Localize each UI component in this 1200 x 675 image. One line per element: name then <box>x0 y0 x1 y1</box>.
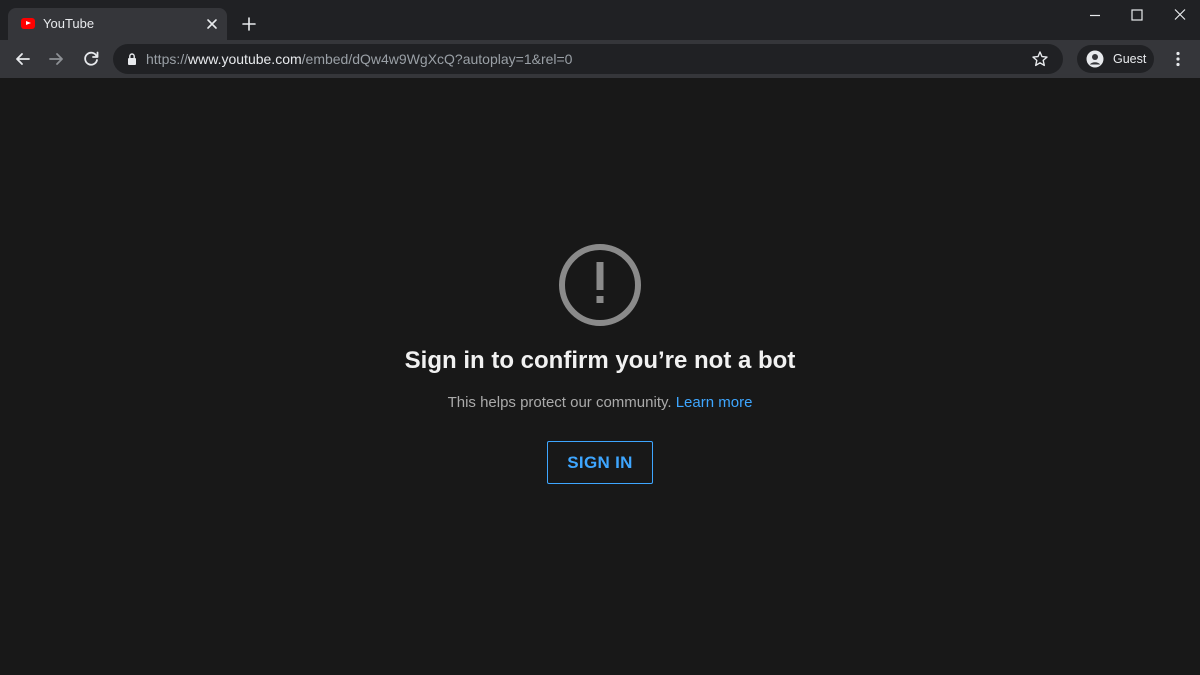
alert-circle-icon <box>559 244 641 326</box>
address-bar[interactable]: https://www.youtube.com/embed/dQw4w9WgXc… <box>113 44 1063 74</box>
new-tab-icon[interactable] <box>238 13 260 35</box>
bookmark-star-icon[interactable] <box>1031 50 1049 68</box>
maximize-icon[interactable] <box>1114 0 1160 32</box>
url-text: https://www.youtube.com/embed/dQw4w9WgXc… <box>146 51 572 67</box>
browser-toolbar: https://www.youtube.com/embed/dQw4w9WgXc… <box>0 40 1200 78</box>
close-tab-icon[interactable] <box>203 15 221 33</box>
browser-window: YouTube https://www.youtube.com/embed/dQ… <box>0 0 1200 675</box>
lock-icon[interactable] <box>125 52 139 66</box>
page-title: Sign in to confirm you’re not a bot <box>404 347 796 374</box>
profile-name: Guest <box>1113 52 1147 66</box>
minimize-icon[interactable] <box>1072 0 1118 32</box>
youtube-icon <box>21 18 35 29</box>
url-host: www.youtube.com <box>188 51 302 67</box>
reload-icon[interactable] <box>80 48 102 70</box>
url-scheme: https:// <box>146 51 189 67</box>
tab-strip: YouTube <box>0 0 1200 40</box>
guest-avatar-icon <box>1086 50 1104 68</box>
forward-arrow-icon[interactable] <box>45 48 67 70</box>
page-subtitle: This helps protect our community. Learn … <box>0 394 1200 411</box>
sign-in-button[interactable]: SIGN IN <box>547 441 653 484</box>
back-arrow-icon[interactable] <box>12 48 34 70</box>
more-vert-icon[interactable] <box>1168 49 1188 69</box>
window-close-icon[interactable] <box>1158 0 1200 32</box>
page-content: Sign in to confirm you’re not a bot This… <box>0 78 1200 675</box>
profile-button[interactable]: Guest <box>1077 45 1154 73</box>
url-path: /embed/dQw4w9WgXcQ?autoplay=1&rel=0 <box>301 51 573 67</box>
tab-title: YouTube <box>43 16 95 31</box>
subtitle-text: This helps protect our community. <box>447 394 672 411</box>
browser-tab[interactable]: YouTube <box>8 8 227 40</box>
learn-more-link[interactable]: Learn more <box>676 394 753 411</box>
